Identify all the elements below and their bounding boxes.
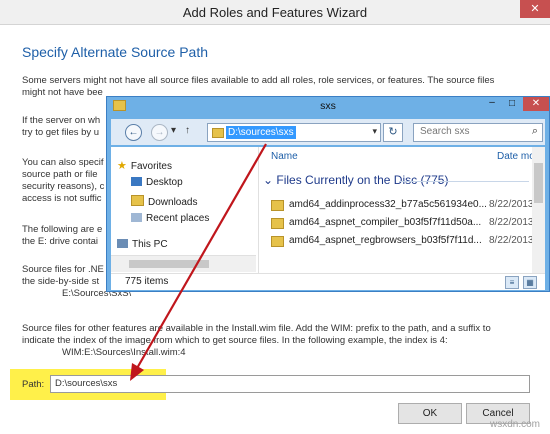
arrow-head [130, 363, 144, 381]
annotation-arrow [130, 143, 267, 381]
arrow-line [135, 143, 267, 371]
watermark: wsxdn.com [489, 419, 540, 430]
